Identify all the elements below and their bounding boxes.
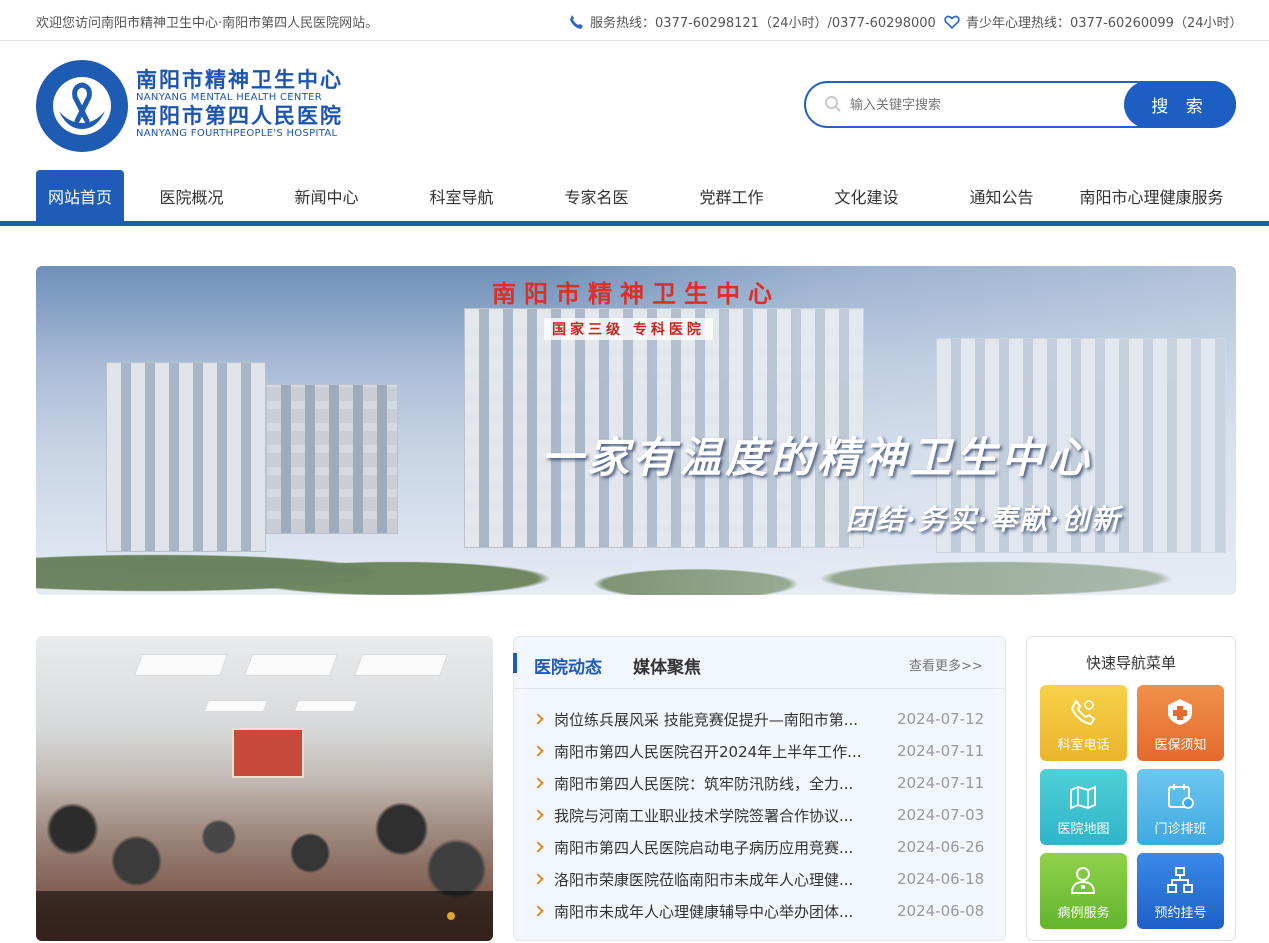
news-date: 2024-07-03 <box>897 806 985 824</box>
news-photo-slider[interactable] <box>36 636 493 941</box>
news-item[interactable]: 南阳市未成年人心理健康辅导中心举办团体... 2024-06-08 <box>532 899 992 923</box>
arrow-icon <box>532 745 544 757</box>
news-date: 2024-06-26 <box>897 838 985 856</box>
welcome-text: 欢迎您访问南阳市精神卫生中心·南阳市第四人民医院网站。 <box>36 16 379 31</box>
news-item[interactable]: 南阳市第四人民医院启动电子病历应用竞赛... 2024-06-26 <box>532 835 992 859</box>
slider-dot[interactable] <box>447 912 455 920</box>
nav-item-news[interactable]: 新闻中心 <box>259 170 394 221</box>
nav-item-mental-health[interactable]: 南阳市心理健康服务 <box>1069 170 1234 221</box>
youth-hotline-text: 青少年心理热线：0377-60260099（24小时） <box>966 16 1243 31</box>
nav-item-experts[interactable]: 专家名医 <box>529 170 664 221</box>
quick-btn-label: 预约挂号 <box>1154 906 1207 921</box>
news-item[interactable]: 岗位练兵展风采 技能竞赛促提升—南阳市第... 2024-07-12 <box>532 707 992 731</box>
news-date: 2024-06-08 <box>897 902 985 920</box>
photo-caption-bar <box>36 891 493 941</box>
map-icon <box>1070 785 1096 810</box>
search-input[interactable] <box>850 91 1120 119</box>
news-item[interactable]: 南阳市第四人民医院：筑牢防汛防线，全力... 2024-07-11 <box>532 771 992 795</box>
tab-hospital-news[interactable]: 医院动态 <box>534 653 602 678</box>
quick-btn-label: 病例服务 <box>1057 906 1110 921</box>
phone-icon <box>570 14 583 29</box>
quick-btn-hospital-map[interactable]: 医院地图 <box>1040 769 1127 845</box>
main-nav: 网站首页 医院概况 新闻中心 科室导航 专家名医 党群工作 文化建设 通知公告 … <box>0 170 1269 226</box>
more-link[interactable]: 查看更多>> <box>909 655 983 674</box>
news-title[interactable]: 岗位练兵展风采 技能竞赛促提升—南阳市第... <box>554 709 879 730</box>
news-date: 2024-07-11 <box>897 774 985 792</box>
news-panel-header: 医院动态 媒体聚焦 查看更多>> <box>513 637 1005 689</box>
service-hotline: 服务热线：0377-60298121（24小时）/0377-60298000 <box>568 12 936 31</box>
building-subsign: 国家三级 专科医院 <box>544 318 713 340</box>
news-date: 2024-07-11 <box>897 742 985 760</box>
medical-cross-icon <box>1168 699 1192 725</box>
logo-en-name-2: NANYANG FOURTHPEOPLE'S HOSPITAL <box>136 128 338 139</box>
quick-btn-case-service[interactable]: 病例服务 <box>1040 853 1127 929</box>
quick-btn-label: 医院地图 <box>1057 822 1110 837</box>
doctor-icon <box>1070 867 1096 894</box>
site-logo[interactable]: 南阳市精神卫生中心 NANYANG MENTAL HEALTH CENTER 南… <box>36 58 366 154</box>
quick-btn-dept-phone[interactable]: 科室电话 <box>1040 685 1127 761</box>
heart-icon <box>944 15 960 29</box>
service-hotline-text: 服务热线：0377-60298121（24小时）/0377-60298000 <box>590 16 936 31</box>
news-title[interactable]: 南阳市第四人民医院启动电子病历应用竞赛... <box>554 837 879 858</box>
quick-btn-appointment[interactable]: 预约挂号 <box>1137 853 1224 929</box>
banner-slogan: 一家有温度的精神卫生中心 <box>541 433 1094 482</box>
quick-nav-title: 快速导航菜单 <box>1085 654 1176 672</box>
youth-hotline: 青少年心理热线：0377-60260099（24小时） <box>944 12 1243 31</box>
news-date: 2024-06-18 <box>897 870 985 888</box>
news-item[interactable]: 我院与河南工业职业技术学院签署合作协议... 2024-07-03 <box>532 803 992 827</box>
nav-item-overview[interactable]: 医院概况 <box>124 170 259 221</box>
arrow-icon <box>532 905 544 917</box>
arrow-icon <box>532 713 544 725</box>
arrow-icon <box>532 777 544 789</box>
calendar-icon <box>1168 784 1194 809</box>
nav-item-notices[interactable]: 通知公告 <box>934 170 1069 221</box>
logo-cn-name-2: 南阳市第四人民医院 <box>136 103 343 128</box>
network-icon <box>1167 867 1193 893</box>
arrow-icon <box>532 841 544 853</box>
tab-media-focus[interactable]: 媒体聚焦 <box>633 653 701 678</box>
news-date: 2024-07-12 <box>897 710 985 728</box>
phone-icon <box>1070 699 1096 726</box>
news-title[interactable]: 南阳市第四人民医院：筑牢防汛防线，全力... <box>554 773 879 794</box>
search-box: 搜 索 <box>804 81 1236 128</box>
arrow-icon <box>532 809 544 821</box>
news-title[interactable]: 我院与河南工业职业技术学院签署合作协议... <box>554 805 879 826</box>
hero-banner[interactable]: 南阳市精神卫生中心 国家三级 专科医院 一家有温度的精神卫生中心 团结·务实·奉… <box>36 266 1236 595</box>
news-item[interactable]: 洛阳市荣康医院莅临南阳市未成年人心理健... 2024-06-18 <box>532 867 992 891</box>
nav-item-party[interactable]: 党群工作 <box>664 170 799 221</box>
news-panel: 医院动态 媒体聚焦 查看更多>> 岗位练兵展风采 技能竞赛促提升—南阳市第...… <box>513 636 1006 941</box>
news-title[interactable]: 南阳市第四人民医院召开2024年上半年工作... <box>554 741 879 762</box>
quick-btn-label: 医保须知 <box>1154 738 1207 753</box>
news-title[interactable]: 南阳市未成年人心理健康辅导中心举办团体... <box>554 901 879 922</box>
news-item[interactable]: 南阳市第四人民医院召开2024年上半年工作... 2024-07-11 <box>532 739 992 763</box>
search-icon <box>825 96 841 112</box>
ribbon-icon <box>59 82 105 129</box>
search-button[interactable]: 搜 索 <box>1124 81 1236 128</box>
logo-cn-name-1: 南阳市精神卫生中心 <box>136 67 343 92</box>
news-title[interactable]: 洛阳市荣康医院莅临南阳市未成年人心理健... <box>554 869 879 890</box>
stage-screen <box>232 728 304 778</box>
nav-item-departments[interactable]: 科室导航 <box>394 170 529 221</box>
quick-btn-label: 科室电话 <box>1057 738 1110 753</box>
arrow-icon <box>532 873 544 885</box>
quick-btn-schedule[interactable]: 门诊排班 <box>1137 769 1224 845</box>
quick-btn-insurance[interactable]: 医保须知 <box>1137 685 1224 761</box>
top-bar: 欢迎您访问南阳市精神卫生中心·南阳市第四人民医院网站。 服务热线：0377-60… <box>0 0 1269 41</box>
nav-item-home[interactable]: 网站首页 <box>36 170 124 221</box>
nav-item-culture[interactable]: 文化建设 <box>799 170 934 221</box>
building-sign: 南阳市精神卫生中心 <box>492 279 780 308</box>
banner-motto: 团结·务实·奉献·创新 <box>846 503 1122 536</box>
quick-btn-label: 门诊排班 <box>1154 822 1207 837</box>
logo-emblem <box>36 60 128 152</box>
quick-nav-panel: 快速导航菜单 科室电话 医保须知 医院地图 门诊排班 病例服务 预约挂号 <box>1026 636 1236 941</box>
